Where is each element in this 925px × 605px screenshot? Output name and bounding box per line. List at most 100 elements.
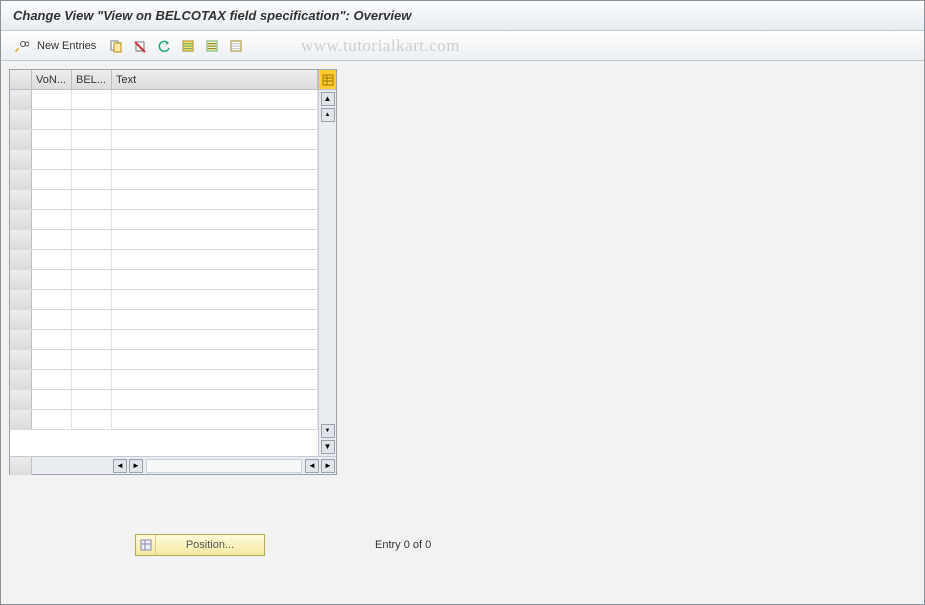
cell-von[interactable] bbox=[32, 130, 72, 150]
row-selector[interactable] bbox=[10, 270, 32, 289]
scroll-up-small-button[interactable]: ▲ bbox=[321, 108, 335, 122]
new-entries-button[interactable]: New Entries bbox=[35, 36, 102, 56]
cell-bel[interactable] bbox=[72, 330, 112, 350]
cell-text[interactable] bbox=[112, 130, 318, 150]
cell-bel[interactable] bbox=[72, 90, 112, 110]
cell-text[interactable] bbox=[112, 370, 318, 390]
cell-von[interactable] bbox=[32, 270, 72, 290]
row-selector[interactable] bbox=[10, 150, 32, 169]
cell-von[interactable] bbox=[32, 150, 72, 170]
cell-bel[interactable] bbox=[72, 370, 112, 390]
cell-text[interactable] bbox=[112, 210, 318, 230]
scroll-up-button[interactable]: ▲ bbox=[321, 92, 335, 106]
table-row bbox=[10, 290, 318, 310]
row-selector[interactable] bbox=[10, 390, 32, 409]
cell-text[interactable] bbox=[112, 110, 318, 130]
cell-bel[interactable] bbox=[72, 270, 112, 290]
cell-von[interactable] bbox=[32, 390, 72, 410]
select-all-button[interactable] bbox=[178, 36, 198, 56]
cell-bel[interactable] bbox=[72, 250, 112, 270]
cell-von[interactable] bbox=[32, 230, 72, 250]
cell-von[interactable] bbox=[32, 170, 72, 190]
cell-text[interactable] bbox=[112, 90, 318, 110]
cell-bel[interactable] bbox=[72, 110, 112, 130]
cell-von[interactable] bbox=[32, 410, 72, 430]
scroll-last-button[interactable]: ► bbox=[321, 459, 335, 473]
row-selector[interactable] bbox=[10, 230, 32, 249]
pencil-glasses-icon bbox=[13, 38, 29, 54]
row-selector[interactable] bbox=[10, 110, 32, 129]
row-selector[interactable] bbox=[10, 130, 32, 149]
change-display-button[interactable] bbox=[11, 36, 31, 56]
select-block-button[interactable] bbox=[202, 36, 222, 56]
cell-text[interactable] bbox=[112, 150, 318, 170]
row-selector[interactable] bbox=[10, 170, 32, 189]
row-selector[interactable] bbox=[10, 350, 32, 369]
cell-bel[interactable] bbox=[72, 170, 112, 190]
table-row bbox=[10, 190, 318, 210]
select-all-icon bbox=[181, 39, 195, 53]
table-row bbox=[10, 110, 318, 130]
horizontal-scroll-track[interactable] bbox=[146, 459, 302, 473]
position-icon bbox=[136, 535, 156, 555]
scroll-right-button[interactable]: ◄ bbox=[305, 459, 319, 473]
cell-von[interactable] bbox=[32, 250, 72, 270]
cell-text[interactable] bbox=[112, 190, 318, 210]
cell-von[interactable] bbox=[32, 310, 72, 330]
row-selector[interactable] bbox=[10, 290, 32, 309]
cell-text[interactable] bbox=[112, 350, 318, 370]
cell-text[interactable] bbox=[112, 270, 318, 290]
scroll-first-button[interactable]: ◄ bbox=[113, 459, 127, 473]
row-selector[interactable] bbox=[10, 410, 32, 429]
cell-von[interactable] bbox=[32, 370, 72, 390]
cell-bel[interactable] bbox=[72, 410, 112, 430]
vertical-scrollbar[interactable]: ▲ ▲ ▼ ▼ bbox=[318, 90, 336, 456]
grid-configure-button[interactable] bbox=[318, 70, 336, 89]
row-selector[interactable] bbox=[10, 190, 32, 209]
row-selector[interactable] bbox=[10, 330, 32, 349]
row-selector[interactable] bbox=[10, 210, 32, 229]
cell-von[interactable] bbox=[32, 110, 72, 130]
cell-bel[interactable] bbox=[72, 150, 112, 170]
cell-bel[interactable] bbox=[72, 290, 112, 310]
scroll-down-small-button[interactable]: ▼ bbox=[321, 424, 335, 438]
grid-header-col-bel[interactable]: BEL... bbox=[72, 70, 112, 89]
row-selector[interactable] bbox=[10, 250, 32, 269]
cell-text[interactable] bbox=[112, 330, 318, 350]
undo-button[interactable] bbox=[154, 36, 174, 56]
cell-bel[interactable] bbox=[72, 390, 112, 410]
copy-as-button[interactable] bbox=[106, 36, 126, 56]
scroll-down-button[interactable]: ▼ bbox=[321, 440, 335, 454]
cell-text[interactable] bbox=[112, 230, 318, 250]
delete-button[interactable] bbox=[130, 36, 150, 56]
cell-text[interactable] bbox=[112, 250, 318, 270]
cell-von[interactable] bbox=[32, 90, 72, 110]
cell-von[interactable] bbox=[32, 350, 72, 370]
page-title: Change View "View on BELCOTAX field spec… bbox=[1, 1, 924, 31]
cell-text[interactable] bbox=[112, 170, 318, 190]
row-selector[interactable] bbox=[10, 310, 32, 329]
cell-bel[interactable] bbox=[72, 230, 112, 250]
cell-bel[interactable] bbox=[72, 210, 112, 230]
scroll-left-button[interactable]: ► bbox=[129, 459, 143, 473]
cell-von[interactable] bbox=[32, 210, 72, 230]
cell-text[interactable] bbox=[112, 310, 318, 330]
cell-von[interactable] bbox=[32, 290, 72, 310]
row-selector[interactable] bbox=[10, 90, 32, 109]
cell-bel[interactable] bbox=[72, 310, 112, 330]
grid-header-selector[interactable] bbox=[10, 70, 32, 89]
cell-text[interactable] bbox=[112, 410, 318, 430]
cell-bel[interactable] bbox=[72, 190, 112, 210]
grid-header-col-von[interactable]: VoN... bbox=[32, 70, 72, 89]
cell-text[interactable] bbox=[112, 390, 318, 410]
grid-header-col-text[interactable]: Text bbox=[112, 70, 318, 89]
cell-von[interactable] bbox=[32, 330, 72, 350]
cell-von[interactable] bbox=[32, 190, 72, 210]
table-row bbox=[10, 390, 318, 410]
deselect-all-button[interactable] bbox=[226, 36, 246, 56]
row-selector[interactable] bbox=[10, 370, 32, 389]
cell-text[interactable] bbox=[112, 290, 318, 310]
position-button[interactable]: Position... bbox=[135, 534, 265, 556]
cell-bel[interactable] bbox=[72, 130, 112, 150]
cell-bel[interactable] bbox=[72, 350, 112, 370]
